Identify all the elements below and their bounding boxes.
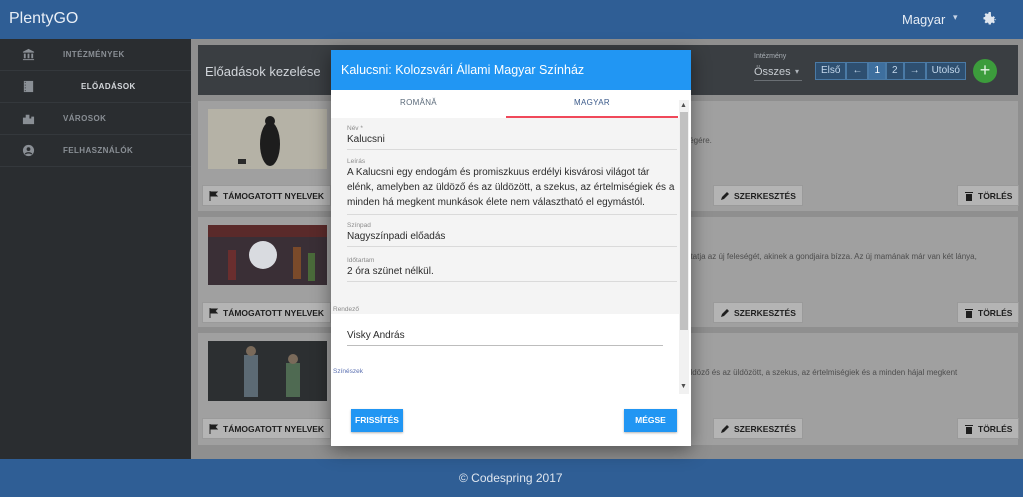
caret-down-icon[interactable]: ▾ bbox=[953, 12, 958, 23]
film-icon bbox=[23, 80, 34, 93]
brand-logo[interactable]: PlentyGO bbox=[9, 10, 78, 28]
director-label: Rendező bbox=[333, 306, 360, 313]
sidebar-item-label: ELŐADÁSOK bbox=[81, 82, 136, 91]
supported-languages-button[interactable]: TÁMOGATOTT NYELVEK bbox=[202, 418, 332, 439]
director-input[interactable]: Visky András bbox=[347, 330, 663, 346]
name-label: Név * bbox=[347, 125, 363, 132]
pager-next[interactable]: → bbox=[903, 62, 926, 80]
user-icon bbox=[22, 144, 35, 157]
pencil-icon bbox=[721, 192, 729, 200]
duration-field[interactable]: Időtartam 2 óra szünet nélkül. bbox=[347, 257, 677, 282]
update-button[interactable]: FRISSÍTÉS bbox=[351, 409, 403, 432]
stage-label: Színpad bbox=[347, 222, 371, 229]
tab-hungarian[interactable]: MAGYAR bbox=[506, 90, 678, 118]
edit-button[interactable]: SZERKESZTÉS bbox=[713, 302, 803, 323]
pager-page-2[interactable]: 2 bbox=[886, 62, 904, 80]
footer-copyright: © Codespring 2017 bbox=[459, 471, 563, 485]
trash-icon bbox=[965, 192, 973, 201]
footer: © Codespring 2017 bbox=[0, 459, 1023, 497]
pencil-icon bbox=[721, 425, 729, 433]
edit-performance-modal: Kalucsni: Kolozsvári Állami Magyar Szính… bbox=[331, 50, 691, 446]
performance-thumbnail bbox=[208, 109, 327, 169]
add-performance-button[interactable]: + bbox=[973, 59, 997, 83]
sidebar: INTÉZMÉNYEK ELŐADÁSOK VÁROSOK FELHASZNÁL… bbox=[0, 39, 191, 459]
sidebar-item-institutions[interactable]: INTÉZMÉNYEK bbox=[0, 39, 191, 71]
sidebar-item-cities[interactable]: VÁROSOK bbox=[0, 103, 191, 135]
city-icon bbox=[22, 114, 35, 125]
stage-input[interactable]: Nagyszínpadi előadás bbox=[347, 229, 677, 247]
performance-thumbnail bbox=[208, 225, 327, 285]
flag-icon bbox=[209, 424, 219, 434]
supported-languages-button[interactable]: TÁMOGATOTT NYELVEK bbox=[202, 185, 332, 206]
institution-filter-label: Intézmény bbox=[754, 53, 787, 60]
flag-icon bbox=[209, 308, 219, 318]
description-label: Leírás bbox=[347, 158, 366, 165]
sidebar-item-label: INTÉZMÉNYEK bbox=[63, 50, 125, 59]
performance-description: üldöző és az üldözött, a szekus, az érte… bbox=[686, 368, 958, 377]
sidebar-item-label: VÁROSOK bbox=[63, 114, 107, 123]
form-area: Név * Kalucsni Leírás A Kalucsni egy end… bbox=[331, 118, 679, 314]
caret-down-icon[interactable]: ▾ bbox=[795, 67, 799, 76]
pagination: Első ← 1 2 → Utolsó bbox=[815, 62, 966, 80]
language-selector[interactable]: Magyar bbox=[902, 12, 945, 27]
duration-input[interactable]: 2 óra szünet nélkül. bbox=[347, 264, 677, 282]
performance-description: utatja az új feleségét, akinek a gondjai… bbox=[686, 252, 977, 261]
scroll-up-icon[interactable]: ▲ bbox=[680, 102, 687, 109]
delete-button[interactable]: TÖRLÉS bbox=[957, 418, 1020, 439]
modal-title: Kalucsni: Kolozsvári Állami Magyar Szính… bbox=[341, 63, 585, 77]
top-navbar: PlentyGO Magyar ▾ bbox=[0, 0, 1023, 39]
sidebar-item-label: FELHASZNÁLÓK bbox=[63, 146, 134, 155]
stage-field[interactable]: Színpad Nagyszínpadi előadás bbox=[347, 222, 677, 247]
description-field[interactable]: Leírás A Kalucsni egy endogám és promisz… bbox=[347, 158, 677, 215]
actors-label: Színészek bbox=[333, 368, 363, 375]
delete-button[interactable]: TÖRLÉS bbox=[957, 185, 1020, 206]
pager-last[interactable]: Utolsó bbox=[925, 62, 966, 80]
sidebar-item-users[interactable]: FELHASZNÁLÓK bbox=[0, 135, 191, 167]
flag-icon bbox=[209, 191, 219, 201]
pager-page-1[interactable]: 1 bbox=[868, 62, 887, 80]
scroll-down-icon[interactable]: ▼ bbox=[680, 383, 687, 390]
description-textarea[interactable]: A Kalucsni egy endogám és promiszkuus er… bbox=[347, 165, 677, 215]
modal-scrollbar[interactable]: ▲ ▼ bbox=[679, 100, 689, 394]
performance-thumbnail bbox=[208, 341, 327, 401]
tab-romanian[interactable]: ROMÂNĂ bbox=[331, 90, 506, 118]
modal-header: Kalucsni: Kolozsvári Állami Magyar Szính… bbox=[331, 50, 691, 90]
sidebar-item-performances[interactable]: ELŐADÁSOK bbox=[0, 71, 191, 103]
name-input[interactable]: Kalucsni bbox=[347, 132, 677, 150]
cancel-button[interactable]: MÉGSE bbox=[624, 409, 677, 432]
language-tabs: ROMÂNĂ MAGYAR bbox=[331, 90, 681, 118]
edit-button[interactable]: SZERKESZTÉS bbox=[713, 185, 803, 206]
supported-languages-button[interactable]: TÁMOGATOTT NYELVEK bbox=[202, 302, 332, 323]
bank-icon bbox=[22, 48, 35, 61]
gear-icon[interactable] bbox=[980, 10, 998, 28]
trash-icon bbox=[965, 425, 973, 434]
name-field[interactable]: Név * Kalucsni bbox=[347, 125, 677, 150]
edit-button[interactable]: SZERKESZTÉS bbox=[713, 418, 803, 439]
pager-first[interactable]: Első bbox=[815, 62, 847, 80]
pencil-icon bbox=[721, 309, 729, 317]
page-title: Előadások kezelése bbox=[205, 64, 321, 79]
duration-label: Időtartam bbox=[347, 257, 375, 264]
scrollbar-thumb[interactable] bbox=[680, 112, 688, 330]
trash-icon bbox=[965, 309, 973, 318]
delete-button[interactable]: TÖRLÉS bbox=[957, 302, 1020, 323]
pager-prev[interactable]: ← bbox=[846, 62, 869, 80]
